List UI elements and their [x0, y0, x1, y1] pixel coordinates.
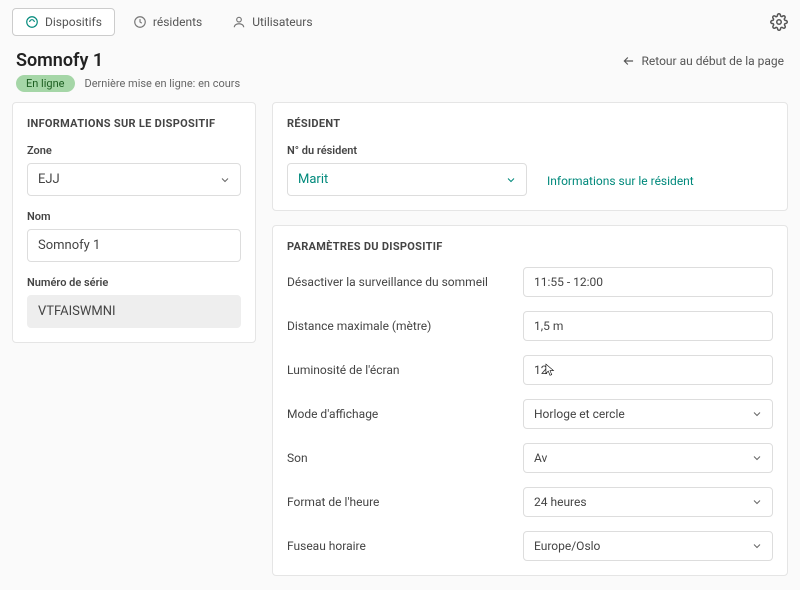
setting-display-select[interactable]: [523, 399, 773, 429]
setting-timezone-select[interactable]: [523, 531, 773, 561]
tab-residents[interactable]: résidents: [121, 9, 214, 35]
setting-sound-select[interactable]: [523, 443, 773, 473]
gear-icon[interactable]: [770, 13, 788, 31]
device-settings-card: PARAMÈTRES DU DISPOSITIF Désactiver la s…: [272, 225, 788, 576]
resident-info-link[interactable]: Informations sur le résident: [547, 174, 694, 196]
resident-number-label: N° du résident: [287, 144, 527, 157]
setting-timeformat-select[interactable]: [523, 487, 773, 517]
name-input[interactable]: [27, 229, 241, 262]
setting-label-brightness: Luminosité de l'écran: [287, 363, 511, 377]
resident-title: RÉSIDENT: [287, 117, 773, 130]
back-to-top-link[interactable]: Retour au début de la page: [622, 54, 784, 68]
setting-label-timezone: Fuseau horaire: [287, 539, 511, 553]
title-row: Somnofy 1 Retour au début de la page: [0, 44, 800, 73]
zone-select[interactable]: [27, 163, 241, 196]
setting-label-distance: Distance maximale (mètre): [287, 319, 511, 333]
setting-sleep-input[interactable]: [523, 267, 773, 297]
arrow-left-icon: [622, 54, 636, 68]
tab-utilisateurs[interactable]: Utilisateurs: [220, 9, 324, 35]
serial-input: [27, 295, 241, 328]
serial-label: Numéro de série: [27, 276, 241, 289]
zone-label: Zone: [27, 144, 241, 157]
tab-label: résidents: [153, 15, 202, 29]
tab-label: Dispositifs: [45, 15, 102, 29]
resident-select[interactable]: [287, 163, 527, 196]
tab-dispositifs[interactable]: Dispositifs: [12, 8, 115, 36]
setting-label-timeformat: Format de l'heure: [287, 495, 511, 509]
status-text: Dernière mise en ligne: en cours: [85, 77, 241, 90]
device-info-card: INFORMATIONS SUR LE DISPOSITIF Zone Nom …: [12, 102, 256, 343]
tab-label: Utilisateurs: [252, 15, 312, 29]
page-title: Somnofy 1: [16, 50, 103, 71]
resident-card: RÉSIDENT N° du résident Informations sur…: [272, 102, 788, 211]
status-row: En ligne Dernière mise en ligne: en cour…: [0, 73, 800, 102]
user-icon: [232, 15, 246, 29]
setting-distance-input[interactable]: [523, 311, 773, 341]
devices-icon: [25, 15, 39, 29]
setting-label-sound: Son: [287, 451, 511, 465]
name-label: Nom: [27, 210, 241, 223]
setting-label-display: Mode d'affichage: [287, 407, 511, 421]
back-link-label: Retour au début de la page: [642, 54, 784, 68]
device-info-title: INFORMATIONS SUR LE DISPOSITIF: [27, 117, 241, 130]
top-tabs: Dispositifs résidents Utilisateurs: [0, 0, 800, 44]
status-badge: En ligne: [16, 75, 75, 92]
settings-title: PARAMÈTRES DU DISPOSITIF: [287, 240, 773, 253]
setting-label-sleep: Désactiver la surveillance du sommeil: [287, 275, 511, 289]
clock-icon: [133, 15, 147, 29]
setting-brightness-input[interactable]: [523, 355, 773, 385]
